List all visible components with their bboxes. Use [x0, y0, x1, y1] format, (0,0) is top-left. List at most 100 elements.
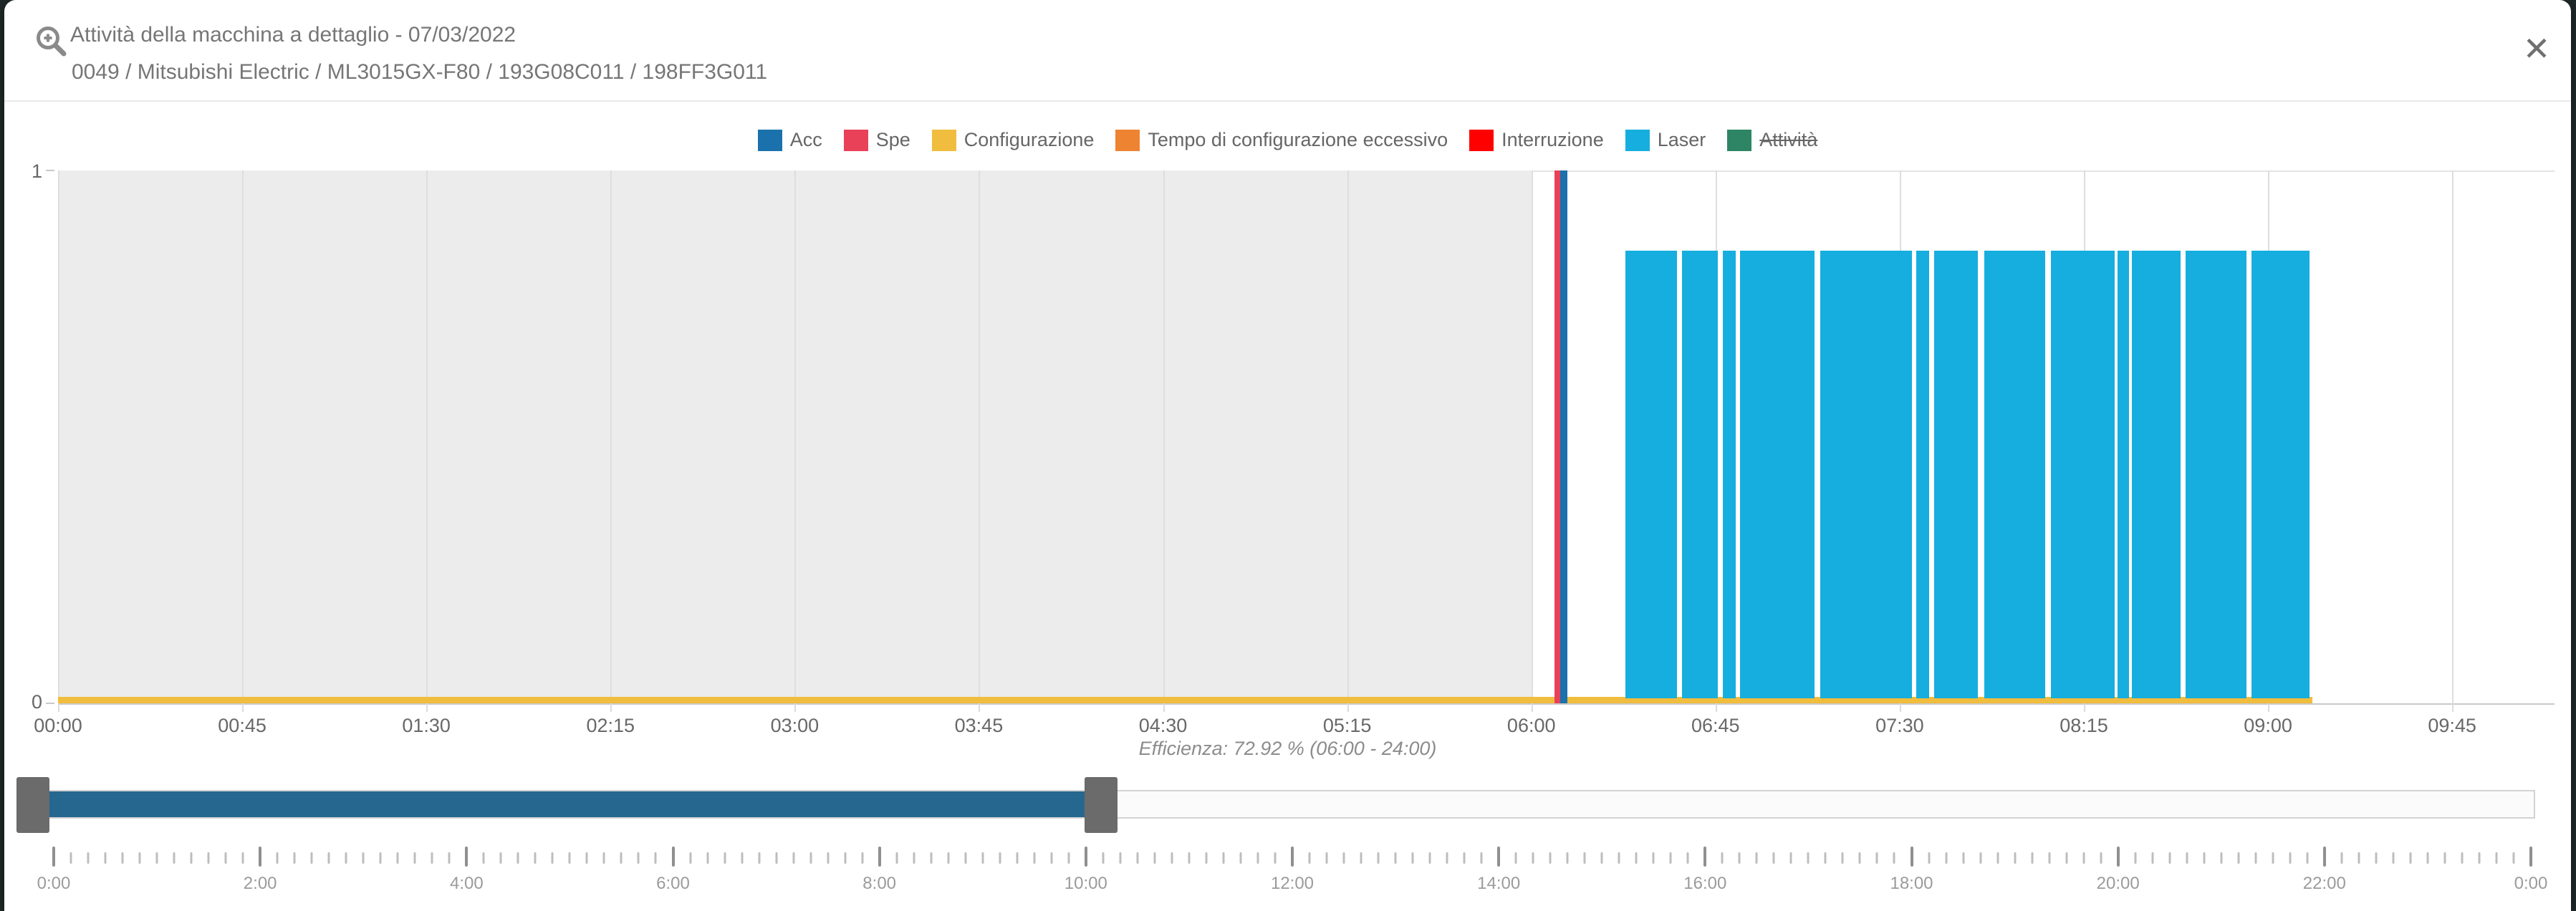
ruler-label: 2:00 — [244, 874, 277, 894]
ruler-label: 10:00 — [1064, 874, 1107, 894]
x-tick-label: 08:15 — [2060, 715, 2108, 737]
ruler-tick — [1239, 852, 1241, 864]
legend-item-acc[interactable]: Acc — [758, 129, 822, 151]
gridline — [242, 170, 244, 703]
ruler-tick — [1739, 852, 1741, 864]
zoom-in-icon — [34, 24, 69, 59]
ruler-tick — [2151, 852, 2153, 864]
ruler-tick — [1515, 852, 1517, 864]
ruler-tick — [380, 852, 382, 864]
x-tick-label: 03:00 — [771, 715, 820, 737]
legend-item-laser[interactable]: Laser — [1625, 129, 1706, 151]
ruler-tick — [1549, 852, 1552, 864]
y-tick-label-0: 0 — [14, 691, 42, 713]
ruler-tick — [1618, 852, 1620, 864]
ruler-tick — [827, 852, 829, 864]
ruler-label: 4:00 — [450, 874, 484, 894]
ruler-label: 14:00 — [1477, 874, 1520, 894]
legend-swatch — [932, 130, 956, 151]
ruler-tick — [362, 852, 365, 864]
x-tick-mark — [1716, 703, 1717, 712]
legend-swatch — [1727, 130, 1751, 151]
ruler-label: 22:00 — [2303, 874, 2346, 894]
ruler-tick — [208, 852, 210, 864]
ruler-tick — [2409, 852, 2411, 864]
x-tick-label: 02:15 — [586, 715, 635, 737]
ruler-tick — [1464, 852, 1466, 864]
gridline — [979, 170, 980, 703]
ruler-tick — [1326, 852, 1328, 864]
ruler-tick — [1171, 852, 1173, 864]
ruler-tick — [1979, 852, 1981, 864]
legend-item-attivit-[interactable]: Attività — [1727, 129, 1817, 151]
ruler-tick — [1532, 852, 1534, 864]
ruler-tick — [2048, 852, 2050, 864]
ruler-tick — [70, 852, 72, 864]
x-tick-mark — [2268, 703, 2269, 712]
bar-segment-laser — [2186, 251, 2247, 698]
ruler-tick — [2340, 852, 2342, 864]
ruler-tick — [1721, 852, 1724, 864]
ruler-tick — [1653, 852, 1655, 864]
dialog-header: Attività della macchina a dettaglio - 07… — [4, 0, 2571, 100]
efficiency-note: Efficienza: 72.92 % (06:00 - 24:00) — [4, 738, 2571, 760]
ruler-tick — [981, 852, 984, 864]
x-tick-label: 00:45 — [218, 715, 266, 737]
ruler-tick — [2461, 852, 2463, 864]
ruler-label: 20:00 — [2097, 874, 2140, 894]
ruler-tick — [156, 852, 158, 864]
ruler-tick-major — [52, 847, 55, 867]
ruler-tick — [87, 852, 90, 864]
x-tick-mark — [1900, 703, 1901, 712]
ruler-tick — [741, 852, 743, 864]
ruler-tick — [2495, 852, 2497, 864]
ruler-tick — [809, 852, 812, 864]
legend-label: Configurazione — [964, 129, 1095, 151]
time-range-slider-track[interactable] — [32, 790, 2535, 819]
ruler-label: 6:00 — [656, 874, 690, 894]
ruler-tick — [1807, 852, 1810, 864]
ruler-tick — [139, 852, 141, 864]
legend-item-configurazione[interactable]: Configurazione — [932, 129, 1095, 151]
ruler-tick — [999, 852, 1001, 864]
y-tick-dash-1 — [46, 170, 54, 171]
ruler-tick — [242, 852, 244, 864]
close-button[interactable]: ✕ — [2512, 26, 2562, 72]
legend-swatch — [1625, 130, 1650, 151]
legend-swatch — [758, 130, 782, 151]
ruler-tick — [895, 852, 898, 864]
ruler-tick — [586, 852, 588, 864]
ruler-tick — [1446, 852, 1448, 864]
legend-item-tempo-di-configurazione-eccessivo[interactable]: Tempo di configurazione eccessivo — [1115, 129, 1448, 151]
slider-selected-range[interactable] — [33, 791, 1101, 817]
bar-segment-acc — [1560, 170, 1567, 703]
ruler-tick — [1859, 852, 1861, 864]
bar-segment-laser — [1682, 251, 1718, 698]
ruler-tick — [1412, 852, 1414, 864]
gridline — [58, 170, 59, 703]
x-tick-mark — [426, 703, 428, 712]
ruler-tick — [1429, 852, 1431, 864]
gridline — [794, 170, 796, 703]
ruler-label: 0:00 — [37, 874, 71, 894]
ruler-tick — [173, 852, 176, 864]
ruler-tick — [122, 852, 124, 864]
ruler-tick-major — [1085, 847, 1087, 867]
legend-label: Attività — [1759, 129, 1817, 151]
ruler-tick — [105, 852, 107, 864]
legend-item-spe[interactable]: Spe — [844, 129, 910, 151]
ruler-tick — [1205, 852, 1207, 864]
ruler-tick — [2478, 852, 2480, 864]
ruler-tick — [1962, 852, 1964, 864]
bar-segment-laser — [2132, 251, 2181, 698]
bar-segment-laser — [1723, 251, 1736, 698]
ruler-tick — [2100, 852, 2102, 864]
ruler-tick — [1876, 852, 1878, 864]
legend-item-interruzione[interactable]: Interruzione — [1469, 129, 1604, 151]
slider-handle-right[interactable] — [1085, 777, 1118, 833]
x-tick-mark — [979, 703, 980, 712]
ruler-tick — [191, 852, 193, 864]
x-tick-mark — [794, 703, 796, 712]
slider-handle-left[interactable] — [16, 777, 49, 833]
ruler-tick — [1773, 852, 1775, 864]
